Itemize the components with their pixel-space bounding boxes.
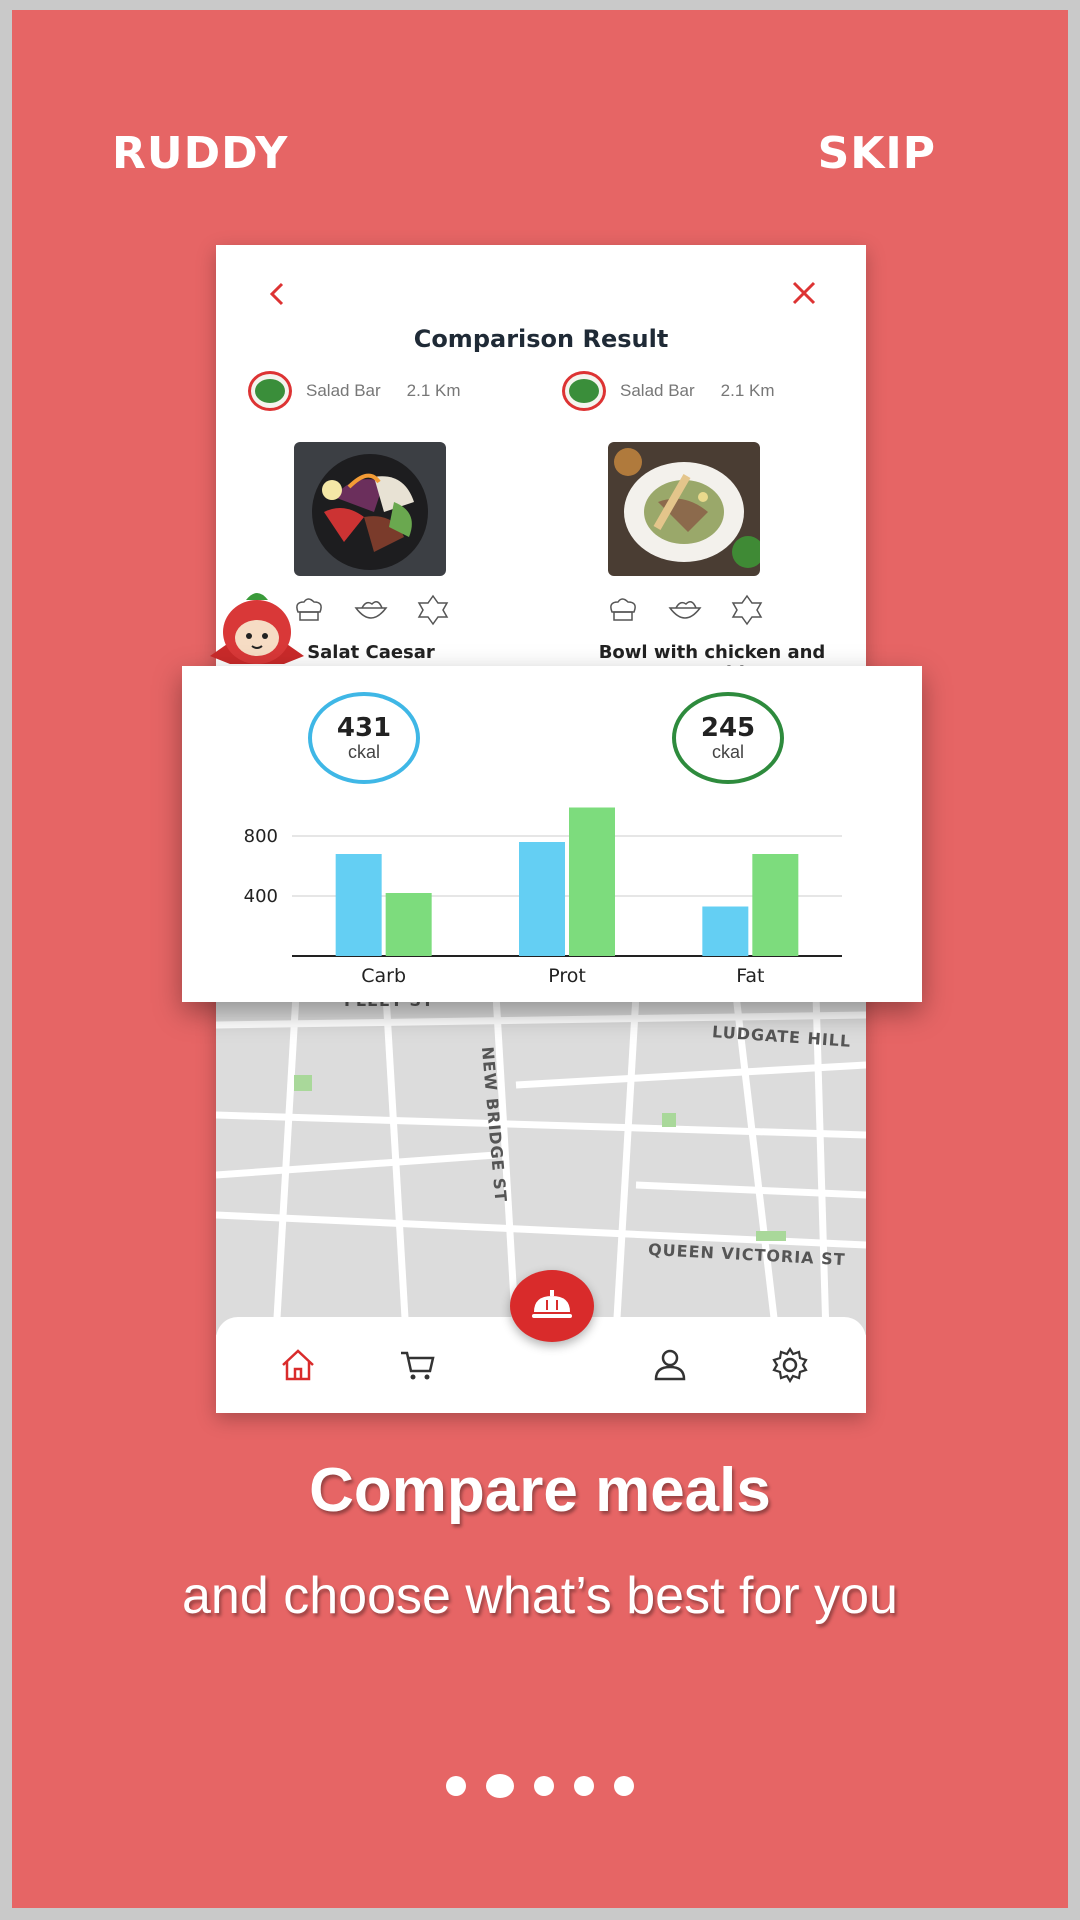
halal-icon <box>731 594 763 626</box>
halal-icon <box>417 594 449 626</box>
bowl-icon <box>354 601 388 619</box>
kcal-unit: ckal <box>711 741 744 762</box>
page-dot[interactable] <box>614 1776 634 1796</box>
meal-plan-fab[interactable] <box>510 1270 594 1342</box>
x-tick-label: Prot <box>548 965 586 987</box>
restaurant-logo <box>562 371 606 411</box>
bar-prot-left <box>519 842 565 956</box>
mascot-icon <box>210 593 304 664</box>
nutrition-comparison-card: 431 ckal 245 ckal 400 800 Carb Prot Fat <box>182 666 922 1002</box>
kcal-value: 245 <box>700 712 756 743</box>
kcal-badge-left: 431 ckal <box>308 692 420 784</box>
profile-icon[interactable] <box>650 1345 690 1385</box>
restaurant-name: Salad Bar <box>620 381 695 400</box>
bar-fat-right <box>752 854 799 956</box>
page-indicator[interactable] <box>12 1774 1068 1798</box>
y-tick-label: 800 <box>244 826 278 847</box>
cart-icon[interactable] <box>398 1345 438 1385</box>
page-dot[interactable] <box>486 1774 514 1798</box>
back-icon[interactable] <box>262 279 292 309</box>
kcal-unit: ckal <box>347 741 380 762</box>
restaurant-name: Salad Bar <box>306 381 381 400</box>
close-icon[interactable] <box>786 275 822 311</box>
comparison-title: Comparison Result <box>413 325 669 353</box>
meal-image <box>608 442 760 576</box>
skip-button[interactable]: SKIP <box>818 128 936 179</box>
bar-carb-right <box>385 893 432 956</box>
kcal-badge-right: 245 ckal <box>672 692 784 784</box>
page-dot[interactable] <box>446 1776 466 1796</box>
onboarding-subline: and choose what’s best for you <box>182 1567 898 1625</box>
onboarding-screen: RUDDY SKIP Comparison Result Salad Bar 2… <box>12 10 1068 1908</box>
y-tick-label: 400 <box>244 886 278 907</box>
food-cloche-icon <box>532 1290 572 1318</box>
onboarding-headline: Compare meals <box>309 1456 771 1525</box>
meal-card-right[interactable]: Salad Bar 2.1 Km Bowl with chicken and <box>562 370 862 684</box>
meal-image <box>294 442 446 576</box>
x-tick-label: Fat <box>736 965 764 987</box>
macro-bar-chart: 400 800 Carb Prot Fat <box>244 807 842 987</box>
bar-prot-right <box>569 807 615 956</box>
page-dot[interactable] <box>534 1776 554 1796</box>
chef-icon <box>610 598 636 621</box>
brand-label: RUDDY <box>112 128 289 179</box>
restaurant-distance: 2.1 Km <box>406 381 461 400</box>
bar-carb-left <box>335 854 382 956</box>
bowl-icon <box>668 601 702 619</box>
x-tick-label: Carb <box>361 965 406 987</box>
restaurant-distance: 2.1 Km <box>720 381 775 400</box>
settings-icon[interactable] <box>770 1345 810 1385</box>
page-dot[interactable] <box>574 1776 594 1796</box>
kcal-value: 431 <box>336 712 392 743</box>
restaurant-logo <box>248 371 292 411</box>
bar-fat-left <box>702 906 749 956</box>
home-icon[interactable] <box>278 1345 318 1385</box>
